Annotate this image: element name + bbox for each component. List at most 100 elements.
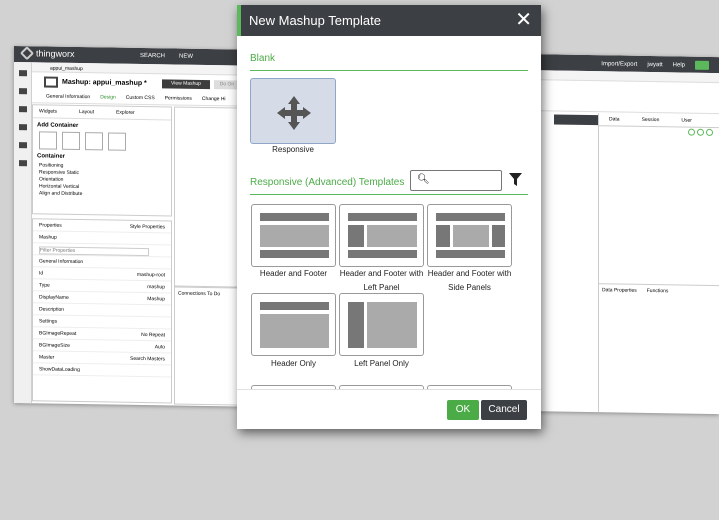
search-link[interactable]: SEARCH <box>140 53 165 59</box>
layout-panel: Widgets Layout Explorer Add Container Cont… <box>32 104 172 217</box>
refresh-icon[interactable] <box>688 128 695 136</box>
prop-value: mashup-root <box>136 271 165 279</box>
tab-design[interactable]: Design <box>100 94 116 103</box>
connections-panel: Connections To Do <box>174 286 244 406</box>
thingworx-logo-icon <box>19 46 35 61</box>
add-left-button[interactable] <box>39 131 57 150</box>
template-label: Header and Footer with Side Panels <box>427 269 512 292</box>
add-top-button[interactable] <box>85 132 103 151</box>
add-right-button[interactable] <box>62 131 80 151</box>
entity-tab-label: appui_mashup <box>50 65 83 73</box>
template-header-footer-side-panels[interactable] <box>427 204 512 267</box>
prop-value[interactable]: No Repeat <box>141 332 165 338</box>
add-bottom-button[interactable] <box>108 132 126 151</box>
search-icon: 🔍︎ <box>417 174 430 185</box>
rail-icon-6[interactable] <box>18 160 27 167</box>
prop-name: Id <box>39 270 44 277</box>
new-link[interactable]: NEW <box>179 54 193 60</box>
rail-icon-4[interactable] <box>18 124 27 131</box>
cancel-button[interactable]: Cancel <box>481 400 527 420</box>
app-logo[interactable]: thingworx <box>19 46 75 61</box>
tab-functions[interactable]: Functions <box>647 288 669 294</box>
mashup-title: Mashup: appui_mashup * <box>62 78 147 88</box>
container-heading: Container <box>37 153 66 160</box>
prop-value[interactable]: Auto <box>155 344 165 350</box>
prop-name: Master <box>39 354 55 361</box>
tab-style-properties[interactable]: Style Properties <box>130 224 165 231</box>
close-icon[interactable]: ✕ <box>515 8 532 32</box>
prop-name: Type <box>39 282 50 289</box>
template-search-input[interactable]: 🔍︎ <box>410 170 502 191</box>
tab-user[interactable]: User <box>681 117 692 123</box>
template-header-footer[interactable] <box>251 204 336 267</box>
tab-widgets[interactable]: Widgets <box>39 108 57 114</box>
template-label: Header Only <box>271 359 316 368</box>
green-plus-button[interactable] <box>695 60 709 70</box>
template-responsive[interactable] <box>250 78 336 144</box>
tab-session[interactable]: Session <box>642 117 660 123</box>
template-label: Header and Footer with Left Panel <box>339 269 424 292</box>
rail-icon-2[interactable] <box>18 88 27 95</box>
app-name: thingworx <box>36 48 75 59</box>
template-left-panel-only[interactable] <box>339 293 424 356</box>
tab-data-properties[interactable]: Data Properties <box>602 287 637 294</box>
settings-section[interactable]: Settings <box>39 318 57 324</box>
user-menu[interactable]: jwyatt <box>647 61 662 67</box>
mashup-label: Mashup <box>39 234 57 241</box>
import-export-menu[interactable]: Import/Export <box>601 61 637 68</box>
move-arrows-icon <box>277 96 311 130</box>
prop-value: mashup <box>147 284 165 291</box>
rail-icon-5[interactable] <box>18 142 27 149</box>
template-responsive-label: Responsive <box>272 145 314 154</box>
rail-icon-1[interactable] <box>18 70 27 77</box>
top-bar-right: Import/Export jwyatt Help <box>601 59 709 70</box>
remove-icon[interactable] <box>706 128 713 136</box>
general-info-section[interactable]: General Information <box>39 258 83 265</box>
tab-explorer[interactable]: Explorer <box>116 110 135 116</box>
template-header-footer-left-panel[interactable] <box>339 204 424 267</box>
tab-custom-css[interactable]: Custom CSS <box>126 95 155 104</box>
prop-name: DisplayName <box>39 294 69 301</box>
container-options <box>39 131 171 151</box>
toolbar-strip <box>554 114 598 126</box>
tab-change-history[interactable]: Change Hi <box>202 96 226 105</box>
advanced-divider <box>250 194 528 195</box>
right-data-panel: Data Session User Data Properties Functions <box>598 113 719 415</box>
prop-value[interactable]: Search Masters <box>130 356 165 363</box>
properties-panel: Properties Style Properties Mashup Genera… <box>32 218 172 404</box>
prop-name: BGImageSize <box>39 342 70 349</box>
filter-icon[interactable] <box>509 173 522 186</box>
tab-properties[interactable]: Properties <box>39 222 62 228</box>
mashup-icon <box>44 76 58 88</box>
design-canvas[interactable] <box>174 106 244 288</box>
tab-layout[interactable]: Layout <box>79 109 94 115</box>
add-container-heading: Add Container <box>37 122 79 130</box>
add-icon[interactable] <box>697 128 704 136</box>
tab-connections[interactable]: Connections <box>178 291 206 297</box>
advanced-section-heading: Responsive (Advanced) Templates <box>250 177 405 188</box>
blank-divider <box>250 70 528 71</box>
new-mashup-template-dialog: New Mashup Template ✕ Blank Responsive R… <box>237 5 541 429</box>
dialog-footer: OK Cancel <box>237 389 541 429</box>
blank-section-heading: Blank <box>250 53 276 64</box>
tab-general-info[interactable]: General Information <box>46 94 90 104</box>
left-rail <box>14 62 32 404</box>
prop-name: BGImageRepeat <box>39 330 77 337</box>
view-mashup-button[interactable]: View Mashup <box>162 79 210 90</box>
tab-data[interactable]: Data <box>609 116 620 122</box>
template-label: Header and Footer <box>259 269 328 278</box>
align-distribute-label: Align and Distribute <box>39 190 83 198</box>
prop-name: ShowDataLoading <box>39 366 80 374</box>
dialog-header: New Mashup Template ✕ <box>237 5 541 36</box>
ok-button[interactable]: OK <box>447 400 479 420</box>
template-label: Left Panel Only <box>354 359 409 368</box>
prop-name: Description <box>39 306 65 313</box>
help-menu[interactable]: Help <box>673 62 685 68</box>
dialog-title: New Mashup Template <box>249 13 381 28</box>
rail-icon-3[interactable] <box>18 106 27 113</box>
prop-value[interactable]: Mashup <box>147 296 165 302</box>
filter-properties-input[interactable] <box>39 246 149 257</box>
template-header-only[interactable] <box>251 293 336 356</box>
tab-todo[interactable]: To Do <box>207 291 220 297</box>
tab-permissions[interactable]: Permissions <box>165 95 192 104</box>
